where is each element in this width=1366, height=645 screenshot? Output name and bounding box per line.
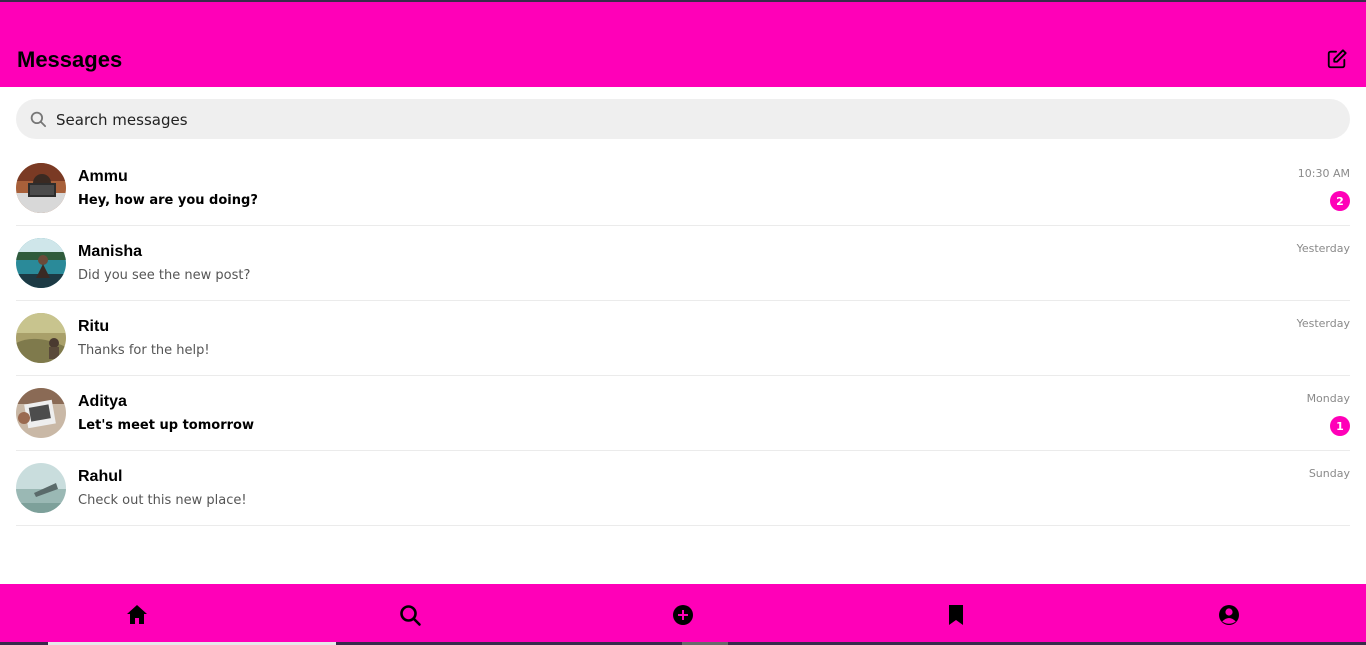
avatar [16,463,66,513]
contact-name: Ritu [78,318,110,335]
profile-icon [1219,604,1240,625]
message-preview: Did you see the new post? [78,268,251,283]
search-input[interactable]: Search messages [16,99,1350,139]
compose-button[interactable] [1326,48,1348,70]
nav-search-button[interactable] [273,584,546,645]
message-preview: Check out this new place! [78,493,247,508]
home-icon [126,604,147,624]
search-placeholder: Search messages [56,111,188,129]
add-circle-icon [673,604,693,625]
avatar [16,163,66,213]
contact-name: Manisha [78,243,143,260]
search-icon [399,604,421,626]
search-icon [30,111,47,128]
contact-name: Ammu [78,168,128,185]
conversation-row[interactable]: Manisha Did you see the new post? Yester… [16,226,1350,301]
avatar [16,313,66,363]
app-header: Messages [0,2,1366,87]
page-title: Messages [17,47,123,72]
nav-home-button[interactable] [0,584,273,645]
nav-bookmark-button[interactable] [820,584,1093,645]
conversation-row[interactable]: Ritu Thanks for the help! Yesterday [16,301,1350,376]
nav-add-button[interactable] [546,584,819,645]
conversation-row[interactable]: Rahul Check out this new place! Sunday [16,451,1350,526]
unread-badge: 1 [1330,416,1350,436]
avatar [16,238,66,288]
bookmark-icon [949,604,964,625]
conversation-row[interactable]: Ammu Hey, how are you doing? 10:30 AM 2 [16,151,1350,226]
message-preview: Let's meet up tomorrow [78,418,254,433]
avatar [16,388,66,438]
conversation-list: Ammu Hey, how are you doing? 10:30 AM 2 … [16,151,1350,526]
compose-icon [1327,49,1347,69]
contact-name: Aditya [78,393,127,410]
conversation-row[interactable]: Aditya Let's meet up tomorrow Monday 1 [16,376,1350,451]
message-preview: Hey, how are you doing? [78,193,258,208]
message-preview: Thanks for the help! [78,343,210,358]
message-time: Sunday [1308,467,1350,480]
contact-name: Rahul [78,468,123,485]
message-time: Yesterday [1296,317,1350,330]
message-time: 10:30 AM [1297,167,1350,180]
bottom-nav [0,584,1366,645]
message-time: Monday [1306,392,1350,405]
unread-badge: 2 [1330,191,1350,211]
nav-profile-button[interactable] [1093,584,1366,645]
message-time: Yesterday [1296,242,1350,255]
